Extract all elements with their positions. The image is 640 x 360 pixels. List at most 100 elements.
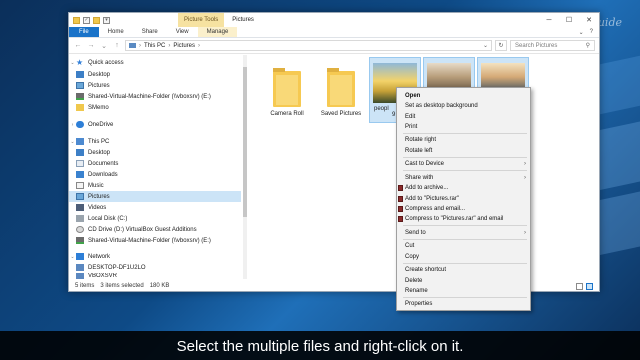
menu-item-open[interactable]: Open bbox=[397, 91, 530, 101]
menu-item-rotate-left[interactable]: Rotate left bbox=[397, 146, 530, 156]
breadcrumb-pictures[interactable]: Pictures bbox=[173, 43, 195, 49]
menu-item-set-desktop-background[interactable]: Set as desktop background bbox=[397, 101, 530, 111]
tab-file[interactable]: File bbox=[69, 27, 99, 37]
sidebar-item-label: Videos bbox=[88, 204, 107, 211]
sidebar-item-music[interactable]: Music bbox=[69, 180, 241, 191]
network-icon bbox=[76, 253, 84, 260]
sidebar-item-desktop[interactable]: Desktop bbox=[69, 69, 241, 80]
maximize-icon[interactable]: ☐ bbox=[559, 13, 579, 27]
sidebar-item-shared-folder[interactable]: Shared-Virtual-Machine-Folder (\\vboxsrv… bbox=[69, 91, 241, 102]
title-bar: ✓ ▾ Picture Tools Pictures ─ ☐ ✕ bbox=[69, 13, 599, 27]
sidebar-item-desktop[interactable]: Desktop bbox=[69, 147, 241, 158]
chevron-down-icon[interactable]: ⌄ bbox=[69, 139, 76, 145]
sidebar-item-pictures[interactable]: Pictures bbox=[69, 191, 241, 202]
chevron-down-icon[interactable]: ⌄ bbox=[69, 60, 76, 66]
sidebar-item-label: Pictures bbox=[88, 82, 110, 89]
sidebar-item-label: Downloads bbox=[88, 171, 118, 178]
back-icon[interactable]: ← bbox=[73, 41, 83, 51]
menu-item-rename[interactable]: Rename bbox=[397, 286, 530, 296]
quick-access-toolbar: ✓ ▾ bbox=[69, 13, 110, 27]
menu-item-print[interactable]: Print bbox=[397, 122, 530, 132]
menu-item-cast-to-device[interactable]: Cast to Device › bbox=[397, 159, 530, 169]
menu-item-compress-rar-email[interactable]: Compress to "Pictures.rar" and email bbox=[397, 214, 530, 224]
sidebar-item-label: Local Disk (C:) bbox=[88, 215, 128, 222]
sidebar-item-quick-access[interactable]: ⌄ ★ Quick access bbox=[69, 57, 241, 68]
tab-share[interactable]: Share bbox=[133, 27, 167, 37]
minimize-icon[interactable]: ─ bbox=[539, 13, 559, 27]
disk-icon bbox=[76, 215, 84, 222]
sidebar-item-label: VBOXSVR bbox=[88, 273, 118, 279]
new-folder-icon[interactable] bbox=[93, 16, 100, 24]
pictures-icon bbox=[76, 193, 84, 200]
menu-item-compress-email[interactable]: Compress and email... bbox=[397, 204, 530, 214]
sidebar-item-network[interactable]: ⌄ Network bbox=[69, 251, 241, 262]
breadcrumb-separator-icon[interactable]: › bbox=[168, 43, 170, 49]
sidebar-item-videos[interactable]: Videos bbox=[69, 202, 241, 213]
refresh-icon[interactable]: ↻ bbox=[495, 40, 507, 51]
menu-item-add-to-archive[interactable]: Add to archive... bbox=[397, 183, 530, 193]
chevron-down-icon[interactable]: ⌄ bbox=[69, 254, 76, 260]
sidebar-item-label: Pictures bbox=[88, 193, 110, 200]
menu-item-rotate-right[interactable]: Rotate right bbox=[397, 135, 530, 145]
folder-item[interactable]: Saved Pictures bbox=[315, 61, 367, 123]
forward-icon[interactable]: → bbox=[86, 41, 96, 51]
sidebar-item-smemo[interactable]: SMemo bbox=[69, 102, 241, 113]
search-input[interactable]: Search Pictures ⚲ bbox=[510, 40, 595, 51]
window-controls: ─ ☐ ✕ bbox=[539, 13, 599, 27]
breadcrumb-this-pc[interactable]: This PC bbox=[144, 43, 165, 49]
desktop-icon bbox=[76, 149, 84, 156]
folder-item[interactable]: Camera Roll bbox=[261, 61, 313, 123]
menu-separator bbox=[403, 239, 527, 240]
breadcrumb-separator-icon[interactable]: › bbox=[198, 43, 200, 49]
tab-manage[interactable]: Manage bbox=[197, 27, 238, 37]
chevron-right-icon[interactable]: › bbox=[69, 122, 76, 128]
menu-item-edit[interactable]: Edit bbox=[397, 112, 530, 122]
winrar-icon bbox=[398, 185, 403, 191]
menu-item-share-with[interactable]: Share with › bbox=[397, 173, 530, 183]
menu-item-send-to[interactable]: Send to › bbox=[397, 228, 530, 238]
close-icon[interactable]: ✕ bbox=[579, 13, 599, 27]
menu-item-add-to-rar[interactable]: Add to "Pictures.rar" bbox=[397, 194, 530, 204]
sidebar-item-shared-folder[interactable]: Shared-Virtual-Machine-Folder (\\vboxsrv… bbox=[69, 235, 241, 246]
view-toggle bbox=[576, 282, 599, 290]
menu-item-delete[interactable]: Delete bbox=[397, 276, 530, 286]
sidebar-item-label: Quick access bbox=[88, 59, 124, 66]
tab-home[interactable]: Home bbox=[99, 27, 133, 37]
help-icon[interactable]: ? bbox=[590, 29, 593, 35]
recent-dropdown-icon[interactable]: ⌄ bbox=[99, 41, 109, 51]
details-view-icon[interactable] bbox=[576, 282, 583, 290]
dropdown-icon[interactable]: ▾ bbox=[103, 16, 110, 24]
tab-view[interactable]: View bbox=[167, 27, 198, 37]
menu-item-create-shortcut[interactable]: Create shortcut bbox=[397, 265, 530, 275]
winrar-icon bbox=[398, 206, 403, 212]
sidebar-item-pictures[interactable]: Pictures bbox=[69, 80, 241, 91]
sidebar-item-computer[interactable]: DESKTOP-DF1U2LO bbox=[69, 262, 241, 273]
address-dropdown-icon[interactable]: ⌄ bbox=[483, 42, 488, 49]
sidebar-item-local-disk[interactable]: Local Disk (C:) bbox=[69, 213, 241, 224]
breadcrumb-separator-icon[interactable]: › bbox=[139, 43, 141, 49]
sidebar-item-this-pc[interactable]: ⌄ This PC bbox=[69, 136, 241, 147]
sidebar-scrollbar-thumb[interactable] bbox=[243, 67, 247, 217]
winrar-icon bbox=[398, 216, 403, 222]
large-icons-view-icon[interactable] bbox=[586, 282, 593, 290]
address-bar[interactable]: › This PC › Pictures › ⌄ bbox=[125, 40, 492, 51]
menu-item-cut[interactable]: Cut bbox=[397, 241, 530, 251]
pc-icon bbox=[76, 138, 84, 145]
sidebar-item-downloads[interactable]: Downloads bbox=[69, 169, 241, 180]
sidebar-item-cd-drive[interactable]: CD Drive (D:) VirtualBox Guest Additions bbox=[69, 224, 241, 235]
videos-icon bbox=[76, 204, 84, 211]
sidebar-item-documents[interactable]: Documents bbox=[69, 158, 241, 169]
sidebar-item-onedrive[interactable]: › OneDrive bbox=[69, 119, 241, 130]
properties-icon[interactable]: ✓ bbox=[83, 16, 90, 24]
chevron-right-icon: › bbox=[524, 175, 526, 181]
downloads-icon bbox=[76, 171, 84, 178]
expand-ribbon-icon[interactable]: ⌄ bbox=[579, 29, 584, 36]
sidebar-item-label: Documents bbox=[88, 160, 119, 167]
winrar-icon bbox=[398, 196, 403, 202]
menu-item-copy[interactable]: Copy bbox=[397, 252, 530, 262]
ribbon-controls: ⌄ ? bbox=[579, 27, 599, 37]
menu-item-properties[interactable]: Properties bbox=[397, 299, 530, 309]
up-icon[interactable]: ↑ bbox=[112, 41, 122, 51]
sidebar-item-label: Music bbox=[88, 182, 104, 189]
sidebar-item-computer[interactable]: VBOXSVR bbox=[69, 273, 241, 279]
